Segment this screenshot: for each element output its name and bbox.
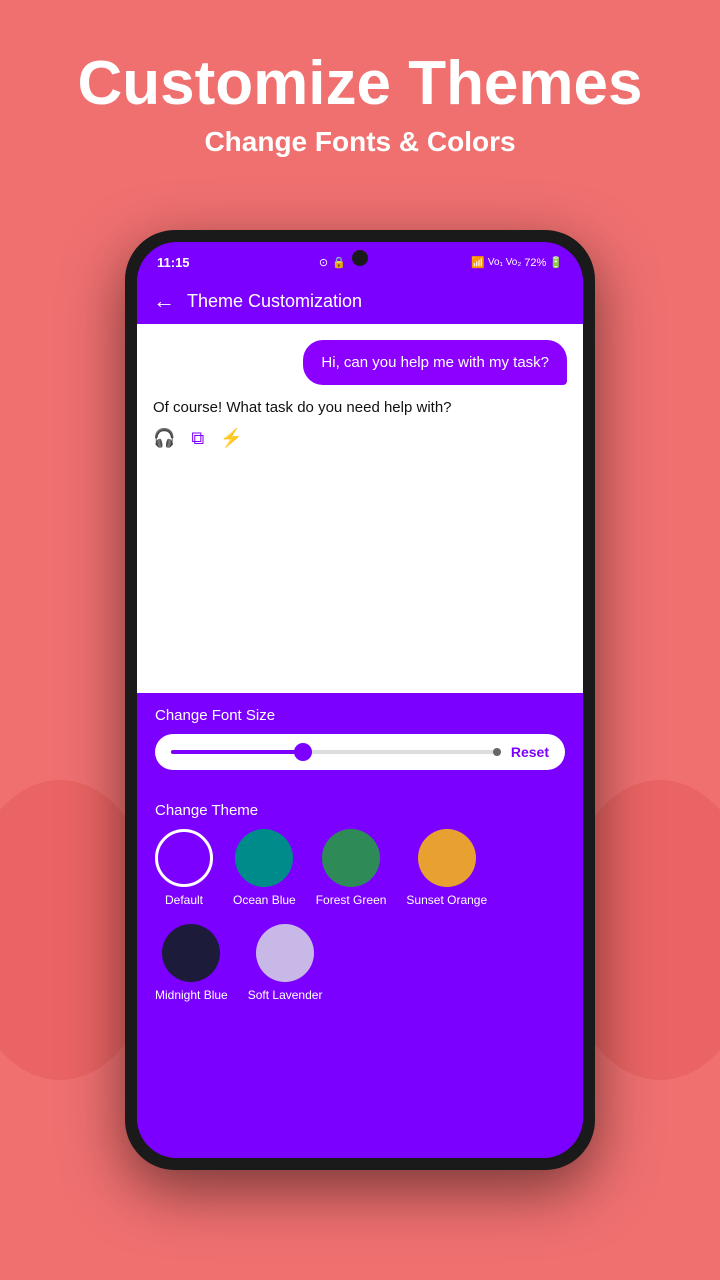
font-size-section: Change Font Size Reset [137, 693, 583, 788]
phone-frame: 11:15 ⊙ 🔒 📶 Vo₁ Vo₂ 72% 🔋 ← Theme Custom… [125, 230, 595, 1170]
slider-thumb[interactable] [294, 743, 312, 761]
outgoing-message: Hi, can you help me with my task? [303, 340, 567, 385]
status-icons-right: 📶 Vo₁ Vo₂ 72% 🔋 [471, 256, 563, 269]
font-size-label: Change Font Size [155, 707, 565, 724]
header-section: Customize Themes Change Fonts & Colors [0, 30, 720, 178]
theme-item-ocean-blue[interactable]: Ocean Blue [233, 829, 296, 909]
slider-track[interactable] [171, 750, 501, 754]
slider-container: Reset [155, 734, 565, 770]
page-title: Customize Themes [20, 50, 700, 118]
back-button[interactable]: ← [153, 288, 175, 314]
theme-label-soft-lavender: Soft Lavender [248, 988, 323, 1004]
app-bar-title: Theme Customization [187, 291, 362, 312]
theme-label-forest-green: Forest Green [316, 893, 387, 909]
theme-item-soft-lavender[interactable]: Soft Lavender [248, 924, 323, 1004]
message-actions: 🎧 ⧉ ⚡ [153, 428, 452, 449]
profile-icon: ⊙ [319, 256, 328, 269]
status-bar: 11:15 ⊙ 🔒 📶 Vo₁ Vo₂ 72% 🔋 [137, 242, 583, 278]
theme-item-default[interactable]: Default [155, 829, 213, 909]
wifi-icon: 📶 [471, 256, 485, 269]
theme-circle-ocean-blue [235, 829, 293, 887]
battery-text: 72% [524, 257, 546, 269]
theme-item-forest-green[interactable]: Forest Green [316, 829, 387, 909]
theme-circle-sunset-orange [418, 829, 476, 887]
camera-notch [352, 250, 368, 266]
theme-circle-soft-lavender [256, 924, 314, 982]
copy-icon[interactable]: ⧉ [191, 428, 204, 449]
theme-item-midnight-blue[interactable]: Midnight Blue [155, 924, 228, 1004]
theme-circle-default [155, 829, 213, 887]
theme-section: Change Theme Default Ocean Blue Forest G… [137, 788, 583, 1159]
status-icons-left: ⊙ 🔒 [319, 256, 346, 269]
incoming-message-text: Of course! What task do you need help wi… [153, 397, 452, 420]
slider-fill [171, 750, 303, 754]
theme-row-1: Default Ocean Blue Forest Green Sunset O… [155, 829, 565, 909]
theme-label-ocean-blue: Ocean Blue [233, 893, 296, 909]
change-theme-label: Change Theme [155, 802, 565, 819]
lock-icon: 🔒 [332, 256, 346, 269]
theme-circle-forest-green [322, 829, 380, 887]
signal-icon: Vo₁ Vo₂ [488, 257, 521, 268]
page-subtitle: Change Fonts & Colors [20, 126, 700, 158]
app-bar: ← Theme Customization [137, 278, 583, 324]
reset-button[interactable]: Reset [511, 744, 549, 760]
incoming-message-container: Of course! What task do you need help wi… [153, 397, 452, 449]
slider-dot [493, 748, 501, 756]
status-time: 11:15 [157, 255, 190, 270]
listen-icon[interactable]: 🎧 [153, 428, 175, 449]
theme-circle-midnight-blue [162, 924, 220, 982]
flash-icon[interactable]: ⚡ [220, 428, 242, 449]
phone-screen: 11:15 ⊙ 🔒 📶 Vo₁ Vo₂ 72% 🔋 ← Theme Custom… [137, 242, 583, 1158]
theme-item-sunset-orange[interactable]: Sunset Orange [406, 829, 487, 909]
theme-label-default: Default [165, 893, 203, 909]
theme-label-sunset-orange: Sunset Orange [406, 893, 487, 909]
theme-row-2: Midnight Blue Soft Lavender [155, 924, 565, 1004]
battery-icon: 🔋 [549, 256, 563, 269]
chat-area: Hi, can you help me with my task? Of cou… [137, 324, 583, 693]
theme-label-midnight-blue: Midnight Blue [155, 988, 228, 1004]
